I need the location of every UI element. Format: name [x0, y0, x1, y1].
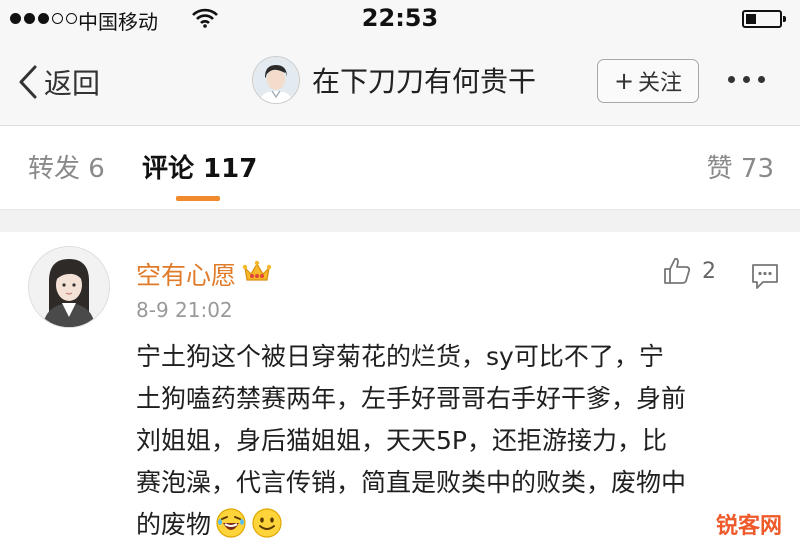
clock: 22:53 [361, 4, 439, 32]
profile-header[interactable]: 在下刀刀有何贵干 [252, 56, 536, 104]
back-button[interactable]: 返回 [18, 60, 100, 104]
watermark-logo: 锐客网 [715, 514, 782, 539]
comment-line: 土狗嗑药禁赛两年，左手好哥哥右手好干爹，身前 [136, 384, 687, 413]
commenter-name[interactable]: 空有心愿 [136, 256, 236, 292]
comment-timestamp: 8-9 21:02 [136, 298, 233, 322]
crown-icon [242, 260, 272, 288]
status-bar: 中国移动 22:53 [0, 0, 800, 38]
comment-line: 刘姐姐，身后猫姐姐，天天5P，还拒游接力，比 [136, 426, 667, 455]
battery-icon [742, 10, 786, 28]
commenter-avatar[interactable] [28, 246, 110, 328]
smile-emoji-icon [251, 507, 283, 539]
page-title: 在下刀刀有何贵干 [312, 65, 537, 98]
tab-like[interactable]: 赞 73 [707, 148, 774, 185]
tab-repost[interactable]: 转发 6 [28, 148, 105, 185]
nav-bar: 返回 在下刀刀有何贵干 + 关注 [0, 38, 800, 126]
comment-like-button[interactable]: 2 [662, 256, 716, 286]
laughing-emoji-icon [215, 507, 247, 539]
comment-line: 赛泡澡，代言传销，简直是败类中的败类，废物中 [136, 468, 687, 497]
comment-line: 的废物 [136, 510, 212, 539]
tab-comment[interactable]: 评论 117 [142, 148, 257, 185]
plus-icon: + [613, 67, 635, 95]
battery-fill [746, 14, 756, 24]
comment-text: 宁土狗这个被日穿菊花的烂货，sy可比不了，宁 土狗嗑药禁赛两年，左手好哥哥右手好… [136, 336, 786, 546]
follow-button[interactable]: + 关注 [597, 59, 699, 103]
thumbs-up-icon [664, 257, 691, 284]
like-count: 2 [702, 258, 716, 284]
comment-line-last: 的废物 [136, 504, 786, 546]
tab-bar: 转发 6 评论 117 赞 73 [0, 126, 800, 210]
follow-label: 关注 [638, 71, 683, 96]
comment-item: 空有心愿 8-9 21:02 2 宁土狗这个被日穿菊花的烂货，sy可比不了，宁 … [0, 232, 800, 550]
back-label: 返回 [44, 67, 101, 100]
comment-line: 宁土狗这个被日穿菊花的烂货，sy可比不了，宁 [136, 342, 664, 371]
comment-reply-icon[interactable] [750, 262, 780, 294]
commenter-info: 空有心愿 [136, 256, 272, 292]
avatar[interactable] [252, 56, 300, 104]
active-tab-indicator [176, 196, 220, 201]
more-options-icon[interactable] [728, 76, 765, 83]
section-divider [0, 210, 800, 232]
chevron-left-icon [19, 65, 37, 99]
